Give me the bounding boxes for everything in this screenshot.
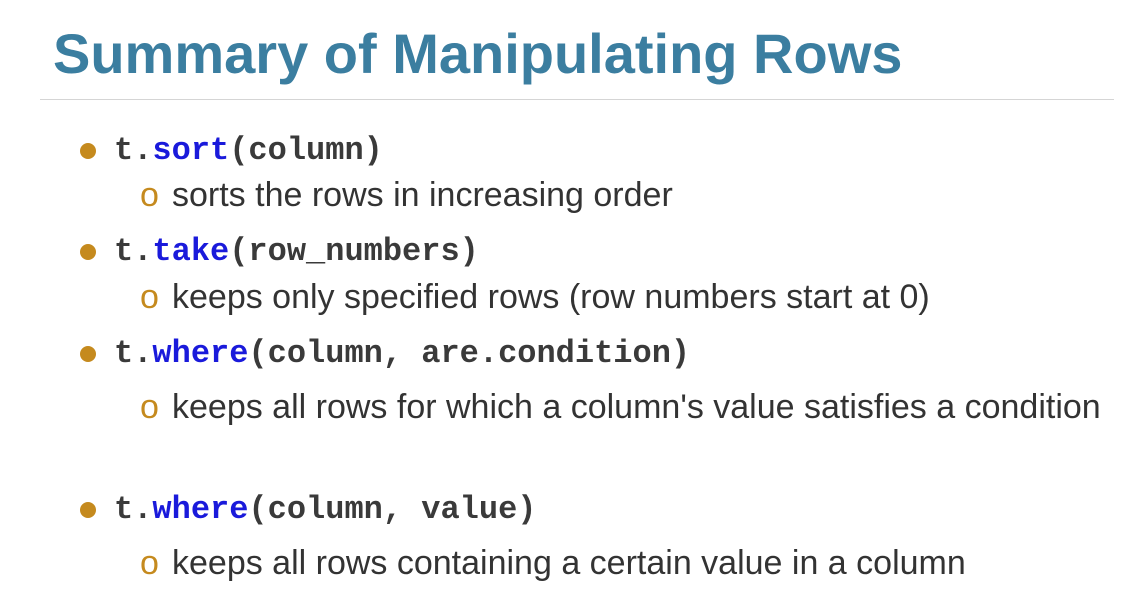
code-snippet: t.where(column, value) [114, 490, 536, 530]
code-args: (column, are.condition) [248, 335, 691, 372]
sub-item-take: o keeps only specified rows (row numbers… [140, 274, 1120, 321]
code-method: where [152, 335, 249, 372]
code-prefix: t. [114, 491, 153, 528]
code-args: (column, value) [248, 491, 537, 528]
sub-item-text: keeps only specified rows (row numbers s… [172, 278, 930, 316]
sub-item-text: keeps all rows containing a certain valu… [172, 544, 966, 582]
bullet-dot-icon [80, 244, 96, 260]
sub-item-text: sorts the rows in increasing order [172, 176, 673, 214]
code-snippet: t.sort(column) [114, 131, 383, 171]
code-method: sort [152, 132, 230, 169]
bullet-dot-icon [80, 346, 96, 362]
code-method: take [152, 233, 230, 270]
sub-bullet-icon: o [140, 176, 159, 214]
bullet-item-where-condition: t.where(column, are.condition) [80, 334, 690, 374]
bullet-dot-icon [80, 502, 96, 518]
sub-item-sort: o sorts the rows in increasing order [140, 172, 1120, 219]
slide-title: Summary of Manipulating Rows [53, 22, 903, 85]
code-args: (column) [229, 132, 383, 169]
code-method: where [152, 491, 249, 528]
bullet-dot-icon [80, 143, 96, 159]
sub-item-where-condition: o keeps all rows for which a column's va… [140, 384, 1120, 431]
title-divider [40, 99, 1114, 100]
sub-bullet-icon: o [140, 278, 159, 316]
sub-item-where-value: o keeps all rows containing a certain va… [140, 540, 1120, 587]
slide: Summary of Manipulating Rows t.sort(colu… [0, 0, 1140, 594]
code-snippet: t.take(row_numbers) [114, 232, 479, 272]
bullet-item-take: t.take(row_numbers) [80, 232, 479, 272]
sub-item-text: keeps all rows for which a column's valu… [172, 388, 1101, 426]
code-prefix: t. [114, 335, 153, 372]
code-prefix: t. [114, 233, 153, 270]
code-args: (row_numbers) [229, 233, 479, 270]
code-prefix: t. [114, 132, 153, 169]
sub-bullet-icon: o [140, 388, 159, 426]
sub-bullet-icon: o [140, 544, 159, 582]
bullet-item-where-value: t.where(column, value) [80, 490, 536, 530]
code-snippet: t.where(column, are.condition) [114, 334, 690, 374]
bullet-item-sort: t.sort(column) [80, 131, 383, 171]
